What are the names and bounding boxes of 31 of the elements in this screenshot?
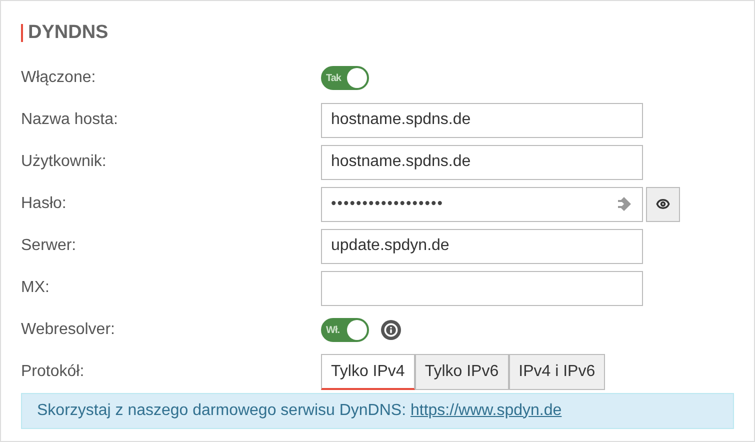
field-label: Użytkownik:: [21, 152, 108, 172]
show-password-button[interactable]: [646, 186, 680, 222]
spdyn-link[interactable]: https://www.spdyn.de: [410, 402, 562, 418]
toggle-label: Tak: [326, 72, 341, 86]
eye-icon: [656, 197, 670, 211]
protocol-tab[interactable]: Tylko IPv4: [321, 354, 415, 390]
text-field[interactable]: [321, 270, 643, 306]
field-label: Hasło:: [21, 194, 68, 214]
protocol-tab[interactable]: Tylko IPv6: [414, 354, 509, 390]
field-value: update.spdyn.de: [331, 236, 450, 256]
field-label: Protokół:: [21, 362, 86, 382]
text-field[interactable]: hostname.spdns.de: [321, 144, 643, 180]
field-label: Webresolver:: [21, 320, 116, 340]
notice-text: Skorzystaj z naszego darmowego serwisu DynDNS: https://www.spdyn.de: [37, 400, 562, 420]
info-icon[interactable]: [381, 320, 401, 340]
field-value: hostname.spdns.de: [331, 110, 471, 130]
field-label: Serwer:: [21, 236, 78, 256]
toggle-label: Wł.: [326, 324, 340, 338]
field-value: ••••••••••••••••••: [331, 194, 445, 214]
field-label: Włączone:: [21, 68, 97, 88]
accent-bar: [21, 24, 23, 42]
toggle-knob: [347, 320, 367, 340]
text-field[interactable]: update.spdyn.de: [321, 228, 643, 264]
text-field[interactable]: hostname.spdns.de: [321, 102, 643, 138]
field-value: hostname.spdns.de: [331, 152, 471, 172]
section-title: DYNDNS: [28, 21, 108, 45]
protocol-tab[interactable]: IPv4 i IPv6: [508, 354, 606, 390]
toggle-knob: [347, 68, 367, 88]
password-field[interactable]: ••••••••••••••••••: [321, 186, 643, 222]
field-label: Nazwa hosta:: [21, 110, 119, 130]
field-label: MX:: [21, 278, 50, 298]
